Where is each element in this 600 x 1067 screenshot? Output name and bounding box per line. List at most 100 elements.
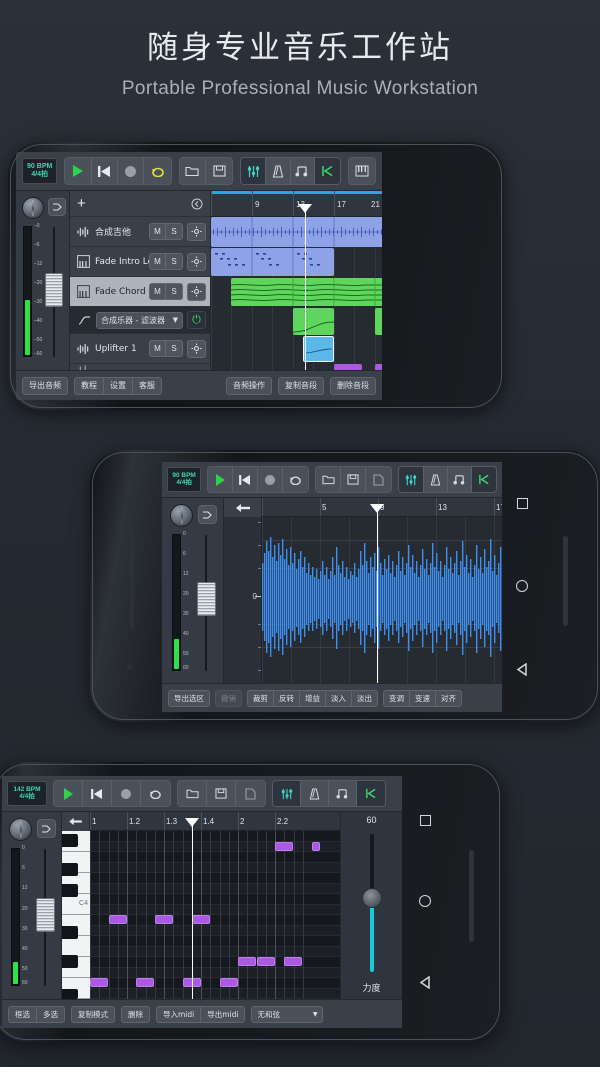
open-project-button[interactable] bbox=[178, 781, 207, 806]
metronome-button[interactable] bbox=[265, 158, 291, 184]
midi-clip[interactable] bbox=[293, 308, 334, 335]
pan-knob[interactable] bbox=[9, 818, 32, 841]
arrow-left-icon[interactable] bbox=[68, 817, 83, 826]
copy-mode-button[interactable]: 复制模式 bbox=[71, 1005, 115, 1023]
solo-button[interactable]: S bbox=[166, 253, 183, 270]
rewind-button[interactable] bbox=[233, 467, 259, 492]
midi-note[interactable] bbox=[108, 915, 127, 924]
midi-note[interactable] bbox=[284, 957, 303, 966]
black-key[interactable] bbox=[62, 955, 78, 968]
box-select-button[interactable]: 框选 bbox=[8, 1005, 36, 1023]
pitch-shift-button[interactable]: 变调 bbox=[383, 689, 409, 707]
rewind-button[interactable] bbox=[83, 781, 112, 806]
record-button[interactable] bbox=[112, 781, 141, 806]
black-key[interactable] bbox=[62, 926, 78, 939]
chord-select[interactable]: 无和弦 ▼ bbox=[251, 1005, 324, 1023]
pan-knob[interactable] bbox=[170, 504, 193, 527]
midi-note[interactable] bbox=[311, 841, 320, 851]
open-project-button[interactable] bbox=[179, 158, 207, 184]
notes-button[interactable] bbox=[290, 158, 316, 184]
add-track-button[interactable]: + bbox=[77, 196, 86, 211]
duplicate-clip-button[interactable]: 复制音段 bbox=[278, 376, 324, 395]
tutorial-button[interactable]: 教程 bbox=[74, 376, 103, 395]
fade-out-button[interactable]: 淡出 bbox=[351, 689, 378, 707]
midi-clip[interactable] bbox=[231, 278, 382, 306]
playhead[interactable] bbox=[377, 507, 378, 683]
table-row[interactable]: Uplifter 1 M S bbox=[70, 334, 210, 364]
delete-clip-button[interactable]: 删除音段 bbox=[330, 376, 376, 395]
playhead-handle[interactable] bbox=[370, 504, 384, 513]
timeline-ruler[interactable]: 9 13 17 21 bbox=[211, 191, 382, 217]
home-icon[interactable] bbox=[419, 894, 431, 907]
volume-fader-handle[interactable] bbox=[197, 582, 216, 616]
marker-button[interactable] bbox=[315, 158, 340, 184]
export-selection-button[interactable]: 导出选区 bbox=[168, 689, 210, 707]
notes-button[interactable] bbox=[447, 467, 472, 492]
tempo-display[interactable]: 90 BPM 4/4拍 bbox=[167, 467, 202, 492]
mute-button[interactable]: M bbox=[149, 340, 166, 357]
playhead[interactable] bbox=[192, 821, 193, 999]
black-key[interactable] bbox=[62, 863, 78, 876]
rewind-button[interactable] bbox=[91, 158, 119, 184]
midi-note[interactable] bbox=[154, 915, 173, 924]
settings-button[interactable]: 设置 bbox=[103, 376, 132, 395]
save-project-button[interactable] bbox=[341, 467, 367, 492]
midi-clip[interactable] bbox=[211, 248, 334, 276]
save-project-button[interactable] bbox=[207, 781, 236, 806]
mute-button[interactable]: M bbox=[149, 223, 166, 240]
automation-row[interactable]: 合成乐器 - 滤波器 ▼ ⏻ bbox=[70, 307, 210, 334]
mixer-button[interactable] bbox=[399, 467, 424, 492]
recents-icon[interactable] bbox=[516, 497, 528, 509]
piano-keyboard[interactable]: C4 bbox=[62, 831, 90, 999]
play-button[interactable] bbox=[54, 781, 83, 806]
track-settings-button[interactable] bbox=[198, 505, 217, 524]
loop-button[interactable] bbox=[144, 158, 171, 184]
delete-button[interactable]: 删除 bbox=[121, 1005, 150, 1023]
phone3-editor[interactable]: 1 1.2 1.3 1.4 2 2.2 C4 60 力度 bbox=[62, 812, 402, 999]
volume-fader-handle[interactable] bbox=[36, 898, 55, 932]
loop-button[interactable] bbox=[283, 467, 309, 492]
back-icon[interactable] bbox=[516, 663, 528, 677]
align-button[interactable]: 对齐 bbox=[435, 689, 462, 707]
audio-clip[interactable] bbox=[211, 217, 382, 247]
midi-note[interactable] bbox=[136, 978, 155, 987]
pan-knob[interactable] bbox=[22, 197, 44, 219]
new-file-button[interactable] bbox=[366, 467, 392, 492]
gain-button[interactable]: 增益 bbox=[299, 689, 325, 707]
phone1-arrange-area[interactable]: 9 13 17 21 bbox=[211, 191, 382, 370]
metronome-button[interactable] bbox=[301, 781, 329, 806]
trim-button[interactable]: 裁剪 bbox=[247, 689, 273, 707]
midi-note[interactable] bbox=[219, 978, 238, 987]
tempo-display[interactable]: 90 BPM 4/4拍 bbox=[22, 158, 58, 184]
record-button[interactable] bbox=[258, 467, 284, 492]
track-settings-button[interactable] bbox=[187, 282, 206, 301]
timeline-ruler[interactable]: 1 1.2 1.3 1.4 2 2.2 bbox=[62, 812, 340, 831]
midi-note[interactable] bbox=[191, 915, 210, 924]
midi-note[interactable] bbox=[90, 978, 108, 987]
marker-button[interactable] bbox=[471, 467, 497, 492]
mute-button[interactable]: M bbox=[149, 283, 166, 300]
new-file-button[interactable] bbox=[236, 781, 265, 806]
midi-note[interactable] bbox=[238, 957, 256, 966]
record-button[interactable] bbox=[118, 158, 145, 184]
phone2-editor[interactable]: 5 9 13 17 0 bbox=[224, 498, 502, 683]
multi-select-button[interactable]: 多选 bbox=[36, 1005, 65, 1023]
playhead[interactable] bbox=[305, 207, 306, 370]
mixer-button[interactable] bbox=[273, 781, 301, 806]
support-button[interactable]: 客服 bbox=[132, 376, 162, 395]
play-button[interactable] bbox=[65, 158, 92, 184]
solo-button[interactable]: S bbox=[166, 283, 183, 300]
piano-button[interactable] bbox=[348, 158, 375, 184]
undo-button[interactable]: 撤销 bbox=[215, 689, 242, 707]
chevron-left-circle-icon[interactable] bbox=[191, 198, 203, 210]
track-settings-button[interactable] bbox=[187, 252, 206, 271]
automation-target-select[interactable]: 合成乐器 - 滤波器 ▼ bbox=[96, 311, 183, 329]
tempo-display[interactable]: 142 BPM 4/4拍 bbox=[7, 781, 47, 806]
metronome-button[interactable] bbox=[423, 467, 448, 492]
mute-button[interactable]: M bbox=[149, 253, 166, 270]
open-project-button[interactable] bbox=[316, 467, 342, 492]
back-icon[interactable] bbox=[419, 976, 431, 990]
black-key[interactable] bbox=[62, 834, 78, 847]
track-settings-button[interactable] bbox=[187, 222, 206, 241]
table-row[interactable]: Fade Intro Lead M S bbox=[70, 247, 210, 277]
